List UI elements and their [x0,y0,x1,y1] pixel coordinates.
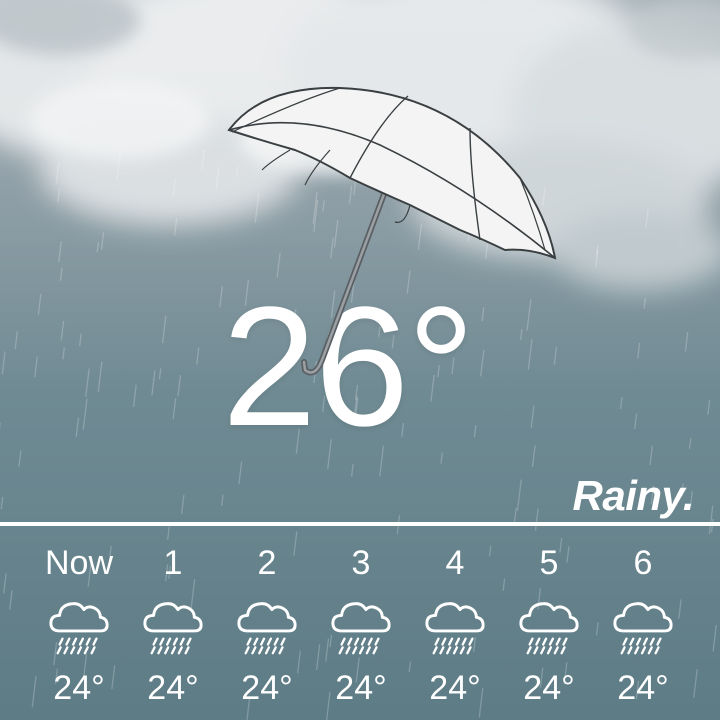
hourly-forecast: Now 24° 1 24° 2 24° 3 24° 4 24° 5 24° 6 … [36,540,686,710]
forecast-hour-label: Now [44,544,114,582]
forecast-hour-temperature: 24° [335,669,387,707]
forecast-hour-label: 5 [539,544,559,582]
rain-cloud-icon [331,602,391,655]
forecast-hour-temperature: 24° [53,669,105,707]
forecast-hour-label: 1 [163,544,183,582]
forecast-hour-label: 6 [633,544,653,582]
forecast-hour-6: 6 24° [600,540,686,710]
rain-cloud-icon [237,602,297,655]
forecast-hour-temperature: 24° [241,669,293,707]
forecast-hour-label: 2 [257,544,277,582]
rain-cloud-icon [613,602,673,655]
rain-cloud-icon [49,602,109,655]
forecast-hour-temperature: 24° [617,669,669,707]
weather-screen: 26° Rainy. Now 24° 1 24° 2 24° 3 24° 4 2… [0,0,720,720]
forecast-hour-temperature: 24° [147,669,199,707]
weather-condition: Rainy. [572,472,695,519]
forecast-hour-now: Now 24° [36,540,122,710]
forecast-hour-5: 5 24° [506,540,592,710]
rain-cloud-icon [143,602,203,655]
forecast-hour-3: 3 24° [318,540,404,710]
current-temperature: 26° [222,272,475,462]
forecast-hour-temperature: 24° [523,669,575,707]
forecast-hour-label: 4 [445,544,465,582]
forecast-hour-2: 2 24° [224,540,310,710]
forecast-divider [0,522,720,526]
forecast-hour-4: 4 24° [412,540,498,710]
forecast-hour-temperature: 24° [429,669,481,707]
forecast-hour-1: 1 24° [130,540,216,710]
forecast-hour-label: 3 [351,544,371,582]
rain-cloud-icon [425,602,485,655]
rain-cloud-icon [519,602,579,655]
